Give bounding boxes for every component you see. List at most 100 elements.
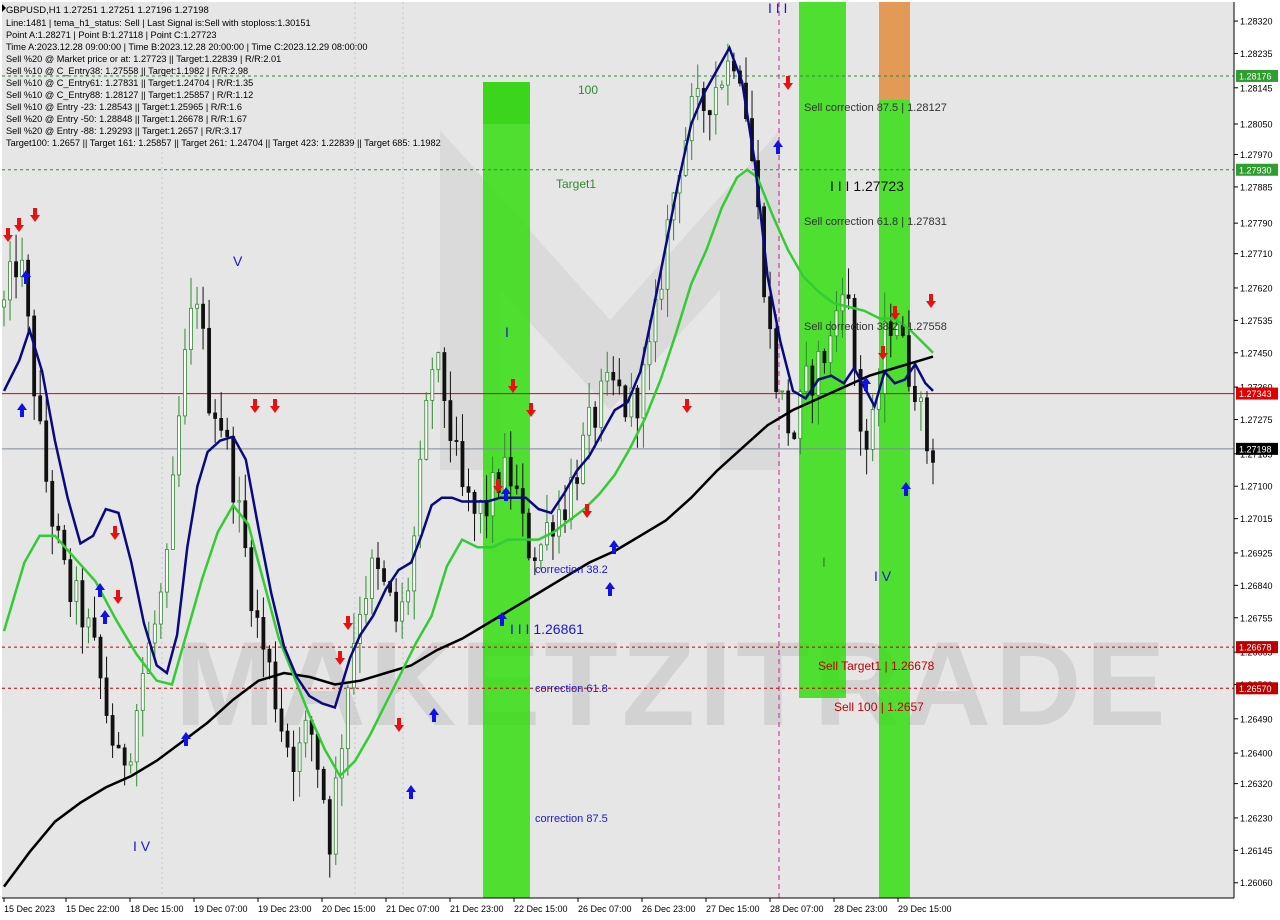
candle-body bbox=[623, 385, 628, 418]
candle-body bbox=[635, 387, 640, 419]
info-line: Time A:2023.12.28 09:00:00 | Time B:2023… bbox=[6, 42, 367, 52]
candle-body bbox=[110, 715, 115, 746]
candle-body bbox=[798, 391, 803, 440]
candle-body bbox=[611, 371, 616, 381]
buy-zone-1-cap bbox=[483, 82, 530, 124]
annotation-label: I I I 1.27723 bbox=[830, 178, 904, 194]
y-tick-label: 1.27790 bbox=[1240, 219, 1273, 229]
x-tick-label: 22 Dec 15:00 bbox=[514, 904, 568, 914]
x-tick-label: 28 Dec 23:00 bbox=[834, 904, 888, 914]
candle-body bbox=[424, 399, 429, 460]
candle-body bbox=[641, 364, 646, 419]
candle-body bbox=[919, 397, 923, 402]
candle-body bbox=[394, 591, 399, 622]
annotation-label: Sell correction 87.5 | 1.28127 bbox=[804, 102, 947, 114]
price-tag-label: 1.26678 bbox=[1239, 643, 1272, 653]
annotation-label: Sell Target1 | 1.26678 bbox=[818, 659, 935, 673]
candle-body bbox=[74, 580, 79, 602]
candle-body bbox=[695, 88, 700, 97]
candle-body bbox=[563, 509, 567, 521]
x-tick-label: 27 Dec 15:00 bbox=[706, 904, 760, 914]
candle-body bbox=[32, 315, 37, 397]
price-tag-label: 1.27198 bbox=[1239, 444, 1272, 454]
candle-body bbox=[593, 406, 598, 428]
candle-body bbox=[418, 458, 423, 537]
candle-body bbox=[249, 547, 254, 612]
candle-body bbox=[201, 303, 205, 329]
candle-body bbox=[532, 557, 537, 561]
info-line: Sell %20 @ Entry -50: 1.28848 || Target:… bbox=[6, 114, 247, 124]
info-line: Sell %20 @ Market price or at: 1.27723 |… bbox=[6, 54, 281, 64]
candle-body bbox=[460, 441, 465, 488]
candle-body bbox=[472, 491, 477, 514]
sell-zone-2-top bbox=[879, 2, 910, 100]
y-tick-label: 1.28145 bbox=[1240, 83, 1273, 93]
annotation-label: correction 38.2 bbox=[535, 564, 608, 576]
candle-body bbox=[846, 294, 851, 299]
candle-body bbox=[183, 349, 187, 417]
candle-body bbox=[502, 456, 507, 493]
info-line: Target100: 1.2657 || Target 161: 1.25857… bbox=[6, 138, 441, 148]
candle-body bbox=[719, 84, 724, 88]
y-tick-label: 1.28320 bbox=[1240, 17, 1273, 27]
x-tick-label: 28 Dec 07:00 bbox=[770, 904, 824, 914]
candle-body bbox=[804, 365, 809, 393]
candle-body bbox=[207, 327, 212, 414]
y-tick-label: 1.27450 bbox=[1240, 348, 1273, 358]
candle-body bbox=[780, 390, 785, 393]
candle-body bbox=[816, 351, 821, 396]
candle-body bbox=[508, 456, 513, 487]
candle-body bbox=[291, 746, 296, 772]
x-tick-label: 15 Dec 2023 bbox=[4, 904, 55, 914]
symbol-header: GBPUSD,H1 1.27251 1.27251 1.27196 1.2719… bbox=[6, 5, 209, 16]
candle-body bbox=[128, 761, 133, 766]
info-line: Point A:1.28271 | Point B:1.27118 | Poin… bbox=[6, 30, 216, 40]
y-tick-label: 1.26060 bbox=[1240, 878, 1273, 888]
annotation-label: I I I bbox=[768, 0, 787, 16]
candle-body bbox=[587, 406, 592, 436]
candle-body bbox=[152, 623, 157, 644]
candle-body bbox=[599, 380, 604, 428]
y-tick-label: 1.28235 bbox=[1240, 49, 1273, 59]
candle-body bbox=[80, 580, 85, 628]
info-line: Sell %20 @ Entry -88: 1.29293 || Target:… bbox=[6, 126, 242, 136]
candle-body bbox=[376, 557, 380, 570]
candle-body bbox=[140, 673, 145, 711]
candle-body bbox=[520, 488, 525, 514]
candle-body bbox=[400, 601, 405, 622]
info-line: Line:1481 | tema_h1_status: Sell | Last … bbox=[6, 18, 311, 28]
annotation-label: correction 61.8 bbox=[535, 683, 608, 695]
candle-body bbox=[575, 477, 579, 484]
y-tick-label: 1.26490 bbox=[1240, 714, 1273, 724]
x-tick-label: 26 Dec 07:00 bbox=[578, 904, 632, 914]
price-chart[interactable]: MAKETZITRADE 100 Target1 Sell correction 8… bbox=[0, 0, 1280, 920]
annotation-label: Target1 bbox=[556, 177, 596, 191]
candle-body bbox=[514, 485, 519, 489]
y-tick-label: 1.27620 bbox=[1240, 283, 1273, 293]
annotation-label: Sell 100 | 1.2657 bbox=[834, 700, 924, 714]
candle-body bbox=[14, 261, 18, 278]
candle-body bbox=[526, 512, 531, 559]
y-tick-label: 1.26925 bbox=[1240, 548, 1273, 558]
candle-body bbox=[406, 590, 411, 603]
candle-body bbox=[442, 352, 447, 401]
info-line: Sell %10 @ C_Entry88: 1.28127 || Target:… bbox=[6, 90, 253, 100]
candle-body bbox=[822, 351, 827, 364]
y-tick-label: 1.27275 bbox=[1240, 415, 1273, 425]
candle-body bbox=[659, 288, 664, 300]
x-axis: 15 Dec 2023 15 Dec 22:00 18 Dec 15:00 19 De… bbox=[0, 897, 1280, 920]
annotation-label: correction 87.5 bbox=[535, 813, 608, 825]
x-tick-label: 15 Dec 22:00 bbox=[66, 904, 120, 914]
y-tick-label: 1.27710 bbox=[1240, 249, 1273, 259]
annotation-label: I bbox=[505, 324, 509, 340]
candle-body bbox=[448, 400, 453, 441]
x-tick-label: 18 Dec 15:00 bbox=[130, 904, 184, 914]
candle-body bbox=[454, 440, 459, 442]
y-tick-label: 1.27535 bbox=[1240, 316, 1273, 326]
x-tick-label: 21 Dec 23:00 bbox=[450, 904, 504, 914]
y-tick-label: 1.26145 bbox=[1240, 846, 1273, 856]
candle-body bbox=[333, 777, 338, 855]
y-tick-label: 1.26230 bbox=[1240, 813, 1273, 823]
info-line: Sell %10 @ C_Entry38: 1.27558 || Target:… bbox=[6, 66, 248, 76]
candle-body bbox=[231, 436, 236, 503]
